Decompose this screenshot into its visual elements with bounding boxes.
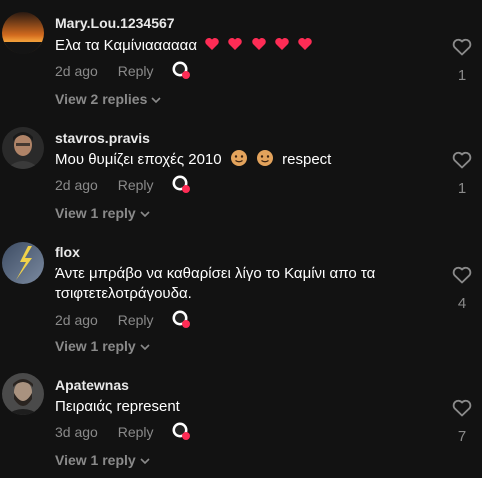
user-avatar[interactable]: [2, 242, 44, 284]
comment-text: Ελα τα Καμίνιαααααα: [55, 36, 435, 56]
creator-liked-icon: [172, 310, 190, 328]
pink-heart-icon: [205, 38, 219, 50]
view-replies-label: View 2 replies: [55, 91, 148, 107]
sunset-avatar-image: [2, 12, 44, 54]
heart-outline-icon[interactable]: [452, 266, 472, 284]
comment-text: Πειραιάς represent: [55, 398, 180, 415]
man-avatar-image: [2, 127, 44, 169]
comment-text-body: Ελα τα Καμίνιαααααα: [55, 37, 198, 54]
face-emoji-icon: [256, 150, 273, 166]
bearded-man-avatar-image: [2, 373, 44, 415]
creator-liked-icon: [172, 61, 190, 79]
comment-meta: 3d ago Reply: [55, 424, 154, 440]
comment-meta: 2d ago Reply: [55, 312, 154, 328]
view-replies-button[interactable]: View 1 reply: [55, 452, 150, 468]
heart-outline-icon[interactable]: [452, 38, 472, 56]
creator-liked-icon: [172, 422, 190, 440]
face-emoji-icon: [230, 150, 247, 166]
comment-username[interactable]: Mary.Lou.1234567: [55, 15, 175, 31]
lightning-avatar-image: [2, 242, 44, 284]
chevron-down-icon: [140, 211, 150, 218]
user-avatar[interactable]: [2, 12, 44, 54]
comment-meta: 2d ago Reply: [55, 177, 154, 193]
view-replies-button[interactable]: View 1 reply: [55, 338, 150, 354]
pink-heart-icon: [274, 38, 289, 50]
view-replies-button[interactable]: View 2 replies: [55, 91, 161, 107]
comment-age: 2d ago: [55, 63, 98, 79]
user-avatar[interactable]: [2, 127, 44, 169]
like-column: 1: [450, 151, 474, 197]
view-replies-button[interactable]: View 1 reply: [55, 205, 150, 221]
user-avatar[interactable]: [2, 373, 44, 415]
heart-emojis: [197, 37, 313, 54]
reply-button[interactable]: Reply: [118, 63, 154, 79]
like-count: 1: [457, 180, 467, 197]
like-count: 1: [457, 67, 467, 84]
chevron-down-icon: [140, 344, 150, 351]
like-column: 7: [450, 399, 474, 445]
comment-age: 2d ago: [55, 312, 98, 328]
like-count: 7: [457, 428, 467, 445]
heart-outline-icon[interactable]: [452, 151, 472, 169]
like-count: 4: [457, 295, 467, 312]
reply-button[interactable]: Reply: [118, 424, 154, 440]
heart-outline-icon[interactable]: [452, 399, 472, 417]
chevron-down-icon: [151, 97, 161, 104]
comment-text-suffix: respect: [282, 151, 332, 168]
comment-meta: 2d ago Reply: [55, 63, 154, 79]
comment-username[interactable]: stavros.pravis: [55, 130, 150, 146]
reply-button[interactable]: Reply: [118, 177, 154, 193]
pink-heart-icon: [298, 38, 312, 50]
view-replies-label: View 1 reply: [55, 452, 136, 468]
comment-username[interactable]: Apatewnas: [55, 377, 129, 393]
comment-username[interactable]: flox: [55, 244, 80, 260]
reply-button[interactable]: Reply: [118, 312, 154, 328]
view-replies-label: View 1 reply: [55, 205, 136, 221]
view-replies-label: View 1 reply: [55, 338, 136, 354]
creator-liked-icon: [172, 175, 190, 193]
like-column: 1: [450, 38, 474, 84]
comment-text: Άντε μπράβο να καθαρίσει λίγο το Καμίνι …: [55, 265, 376, 302]
pink-heart-icon: [251, 38, 266, 50]
pink-heart-icon: [228, 38, 243, 50]
comment-text-body: Μου θυμίζει εποχές 2010: [55, 151, 222, 168]
chevron-down-icon: [140, 458, 150, 465]
comment-age: 2d ago: [55, 177, 98, 193]
like-column: 4: [450, 266, 474, 312]
comment-age: 3d ago: [55, 424, 98, 440]
comment-text: Μου θυμίζει εποχές 2010 respect: [55, 149, 435, 170]
